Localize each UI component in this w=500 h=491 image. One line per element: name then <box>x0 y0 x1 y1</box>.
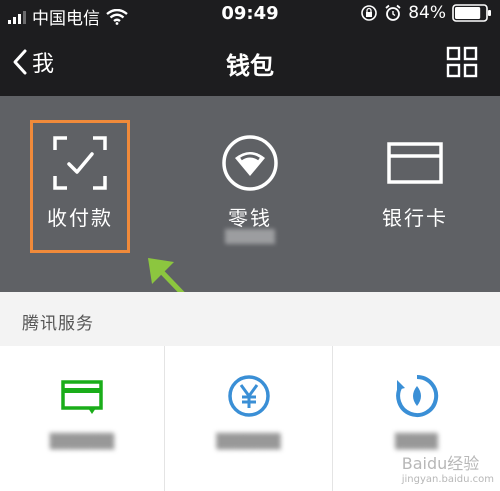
yuan-coin-icon <box>227 375 270 417</box>
wallet-item-change[interactable]: 零钱 ▒▒▒▒▒ <box>180 96 320 266</box>
wallet-item-label: 银行卡 <box>382 206 448 230</box>
wallet-item-sublabel: ▒▒▒▒▒ <box>225 230 275 245</box>
navigation-bar: 我 钱包 <box>0 30 500 96</box>
alarm-icon <box>385 4 401 21</box>
service-credit-card-repay[interactable]: ▒▒▒▒▒▒ <box>0 346 164 491</box>
change-icon <box>222 135 278 191</box>
watermark: Baidu经验 jingyan.baidu.com <box>402 450 494 485</box>
page-title: 钱包 <box>226 52 274 80</box>
wallet-item-bank-card[interactable]: 银行卡 <box>345 96 485 266</box>
battery-percent: 84% <box>408 3 446 23</box>
grid-icon[interactable] <box>446 46 478 78</box>
service-label: ▒▒▒▒▒▒ <box>49 434 115 450</box>
bank-card-icon <box>387 142 443 184</box>
status-bar: 中国电信 09:49 84% <box>0 0 500 30</box>
highlight-box <box>30 120 130 253</box>
service-wealth[interactable]: ▒▒▒▒▒▒ <box>165 346 332 491</box>
credit-card-repay-icon <box>61 380 103 414</box>
battery-icon <box>452 4 491 22</box>
status-right: 84% <box>360 3 492 23</box>
service-label: ▒▒▒▒▒▒ <box>216 434 281 450</box>
section-header: 腾讯服务 <box>0 292 500 346</box>
watermark-sub: jingyan.baidu.com <box>401 474 494 485</box>
wallet-item-label: 零钱 <box>228 206 272 230</box>
phone-topup-icon <box>395 374 438 417</box>
watermark-text: Baidu经验 <box>401 454 480 473</box>
section-title: 腾讯服务 <box>22 314 94 334</box>
service-label: ▒▒▒▒ <box>394 434 439 450</box>
rotation-lock-icon <box>361 5 378 21</box>
